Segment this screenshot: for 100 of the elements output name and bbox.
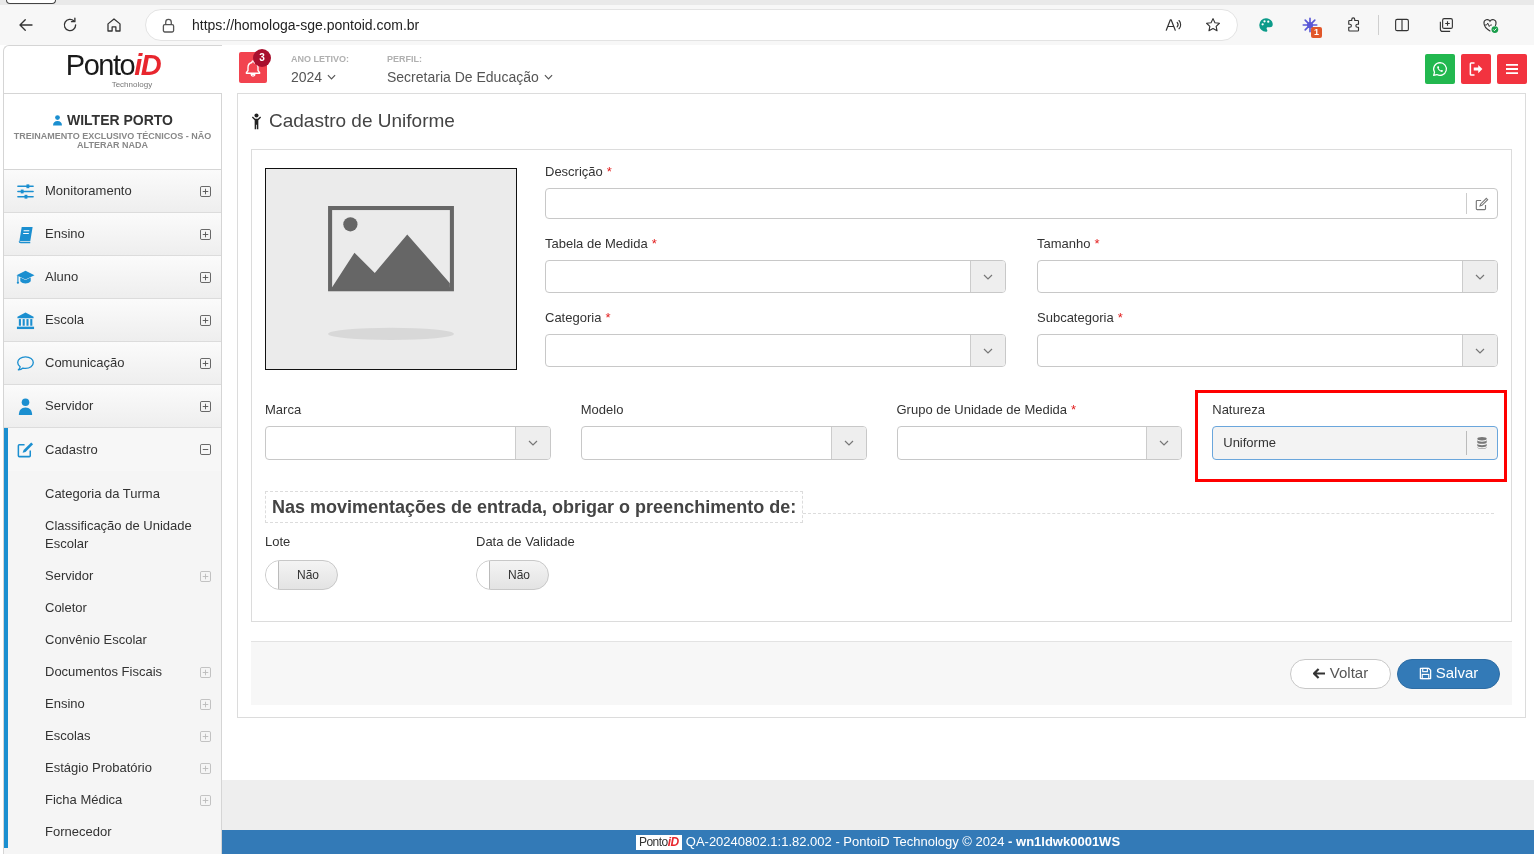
chat-button[interactable] [1425,54,1455,84]
expand-icon [200,228,211,240]
menu-item[interactable]: Ensino [4,213,221,256]
picture-icon [328,206,454,340]
chevron-down-icon [1159,440,1170,446]
dropdown[interactable]: Secretaria De Educação [387,67,553,86]
read-aloud-icon [1164,16,1182,34]
expand-icon [200,271,211,283]
address-bar[interactable]: https://homologa-sge.pontoid.com.br [145,9,1238,41]
database-icon [1475,436,1488,450]
chevron-down-icon [983,273,993,280]
field-label: Categoria [545,310,602,326]
selector-label: PERFIL: [387,52,423,65]
sliders-icon [15,181,35,201]
field-label: Subcategoria [1037,310,1114,326]
user-name: WILTER PORTO [66,112,173,128]
chevron-down-icon [527,440,538,446]
star-icon [1204,16,1222,34]
arrow-left-icon [1312,668,1326,679]
select-field[interactable] [1037,260,1498,293]
home-icon [105,16,123,34]
user-subtitle: TREINAMENTO EXCLUSIVO TÉCNICOS - NÃO ALTERAR NADA [12,132,213,150]
submenu-item[interactable]: Fornecedor [8,816,221,848]
footer-logo: PontoiD [635,834,682,850]
toggle-switch[interactable]: Não [265,560,338,590]
submenu-item[interactable]: Servidor [8,560,221,592]
field-label: Tamanho [1037,236,1091,252]
submenu-item[interactable]: Coletor [8,592,221,624]
extension-button[interactable]: 1 [1288,9,1332,41]
extension-badge: 1 [1311,27,1322,38]
collapse-icon [200,444,211,455]
chevron-down-icon [1475,273,1485,280]
expand-icon [200,357,211,369]
collections-icon [1437,16,1455,34]
toggle-switch[interactable]: Não [476,560,549,590]
select-field[interactable] [545,260,1006,293]
submenu-item[interactable]: Estágio Probatório [8,752,221,784]
submenu-item[interactable]: Categoria da Turma [8,478,221,510]
logo-wordmark: PontoiD [65,50,161,80]
select-field[interactable] [545,334,1006,367]
required-mark: * [1071,402,1077,418]
readonly-field[interactable]: Uniforme [1212,426,1498,460]
browser-tab[interactable] [6,0,56,4]
palette-icon [1257,16,1275,34]
phone-bubble-icon [1431,60,1449,78]
exit-icon [1467,60,1485,78]
section-title: Nas movimentações de entrada, obrigar o preenchimento de: [265,491,804,523]
submenu-item[interactable]: Escolas [8,720,221,752]
select-field[interactable] [580,426,867,460]
user-icon [51,114,63,126]
save-button[interactable]: Salvar [1397,658,1500,689]
submenu-item[interactable]: Convênio Escolar [8,624,221,656]
expand-icon [200,314,211,326]
select-field[interactable] [265,426,551,460]
chevron-down-icon [1475,347,1485,354]
sparkle-icon [1301,16,1319,34]
submenu-item[interactable]: Classificação de Unidade Escolar [8,510,221,560]
logo-tagline: Technology [111,80,153,89]
field-label: Marca [265,402,302,418]
select-field[interactable] [1037,334,1498,367]
submenu-item[interactable]: Documentos Fiscais [8,656,221,688]
lock-icon [162,17,175,33]
chevron-down-icon [543,73,553,80]
select-field[interactable] [896,426,1183,460]
chevron-down-icon [983,347,993,354]
required-mark: * [1117,310,1123,326]
required-mark: * [606,164,612,180]
logout-button[interactable] [1461,54,1491,84]
menu-item[interactable]: Aluno [4,256,221,299]
field-label: Natureza [1212,402,1265,418]
edit-icon [15,440,35,459]
selector-label: ANO LETIVO: [291,52,350,65]
required-mark: * [651,236,657,252]
submenu-item[interactable]: Ensino [8,688,221,720]
text-field[interactable] [545,188,1498,219]
dropdown[interactable]: 2024 [291,67,387,86]
edit-icon [1474,196,1489,211]
field-label: Data de Validade [476,534,575,550]
expand-icon [200,400,211,412]
required-mark: * [1094,236,1100,252]
field-label: Tabela de Medida [545,236,648,252]
menu-button[interactable] [1497,54,1527,84]
field-label: Descrição [545,164,603,180]
submenu-item[interactable]: Ficha Médica [8,784,221,816]
menu-item[interactable]: Comunicação [4,342,221,385]
page-title: Cadastro de Uniforme [269,109,455,134]
building-columns-icon [15,310,35,330]
speech-bubble-icon [15,353,35,373]
chevron-down-icon [843,440,854,446]
heart-pulse-icon [1481,16,1499,34]
notification-badge: 3 [253,49,271,67]
chevron-down-icon [327,73,337,80]
back-button[interactable]: Voltar [1290,658,1391,689]
back-arrow-icon [17,16,35,34]
required-mark: * [605,310,611,326]
footer-text: QA-20240802.1:1.82.002 - PontoiD Technology © 2024 - wn1ldwk0001WS [685,833,1121,852]
menu-item[interactable]: Monitoramento [4,170,221,213]
expand-icon [200,185,211,197]
menu-item[interactable]: Escola [4,299,221,342]
menu-item[interactable]: Servidor [4,385,221,428]
